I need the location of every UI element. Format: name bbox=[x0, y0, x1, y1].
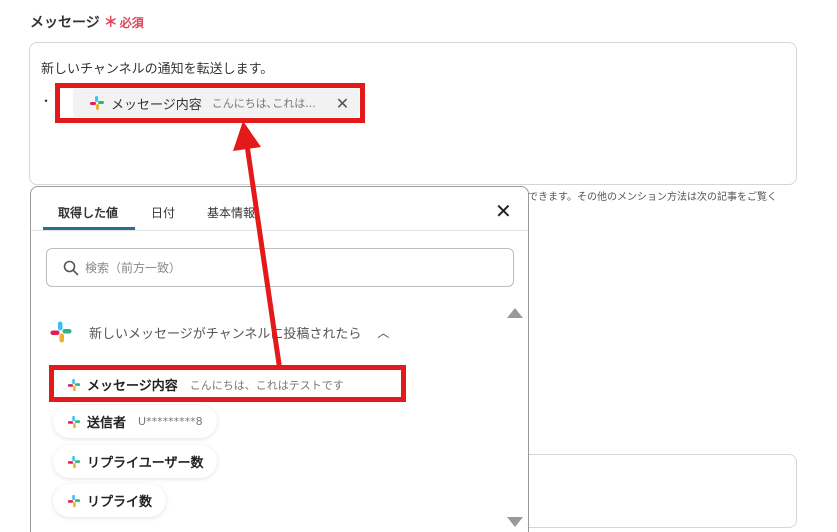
option-label: 送信者 bbox=[87, 416, 127, 431]
highlight-box-chip bbox=[55, 83, 365, 123]
section-header[interactable]: 新しいメッセージがチャンネルに投稿されたら ︿ bbox=[49, 320, 389, 344]
option-sender[interactable]: 送信者 U*********8 bbox=[53, 405, 217, 438]
option-label: リプライユーザー数 bbox=[87, 456, 204, 471]
scroll-up-arrow[interactable] bbox=[507, 308, 523, 318]
search-icon bbox=[63, 260, 79, 275]
tab-date[interactable]: 日付 bbox=[151, 204, 175, 221]
close-icon[interactable]: ✕ bbox=[495, 199, 512, 223]
required-text: 必須 bbox=[119, 16, 144, 30]
tab-bar: 取得した値 日付 基本情報 bbox=[31, 187, 528, 231]
tab-acquired-values[interactable]: 取得した値 bbox=[58, 204, 118, 221]
option-reply-count[interactable]: リプライ数 bbox=[53, 484, 167, 517]
slack-icon bbox=[50, 321, 72, 343]
field-label-text: メッセージ bbox=[30, 15, 100, 31]
hint-text: できます。その他のメンション方法は次の記事をご覧く bbox=[528, 192, 777, 203]
option-preview: U*********8 bbox=[138, 415, 203, 428]
editor-text: 新しいチャンネルの通知を転送します。 bbox=[41, 62, 274, 77]
search-input[interactable]: 検索（前方一致） bbox=[46, 248, 514, 287]
section-title: 新しいメッセージがチャンネルに投稿されたら bbox=[89, 326, 362, 342]
option-label: リプライ数 bbox=[87, 495, 153, 510]
value-picker-panel: 取得した値 日付 基本情報 ✕ 検索（前方一致） 新しいメッセージがチャンネルに… bbox=[30, 186, 529, 532]
search-placeholder: 検索（前方一致） bbox=[85, 261, 182, 275]
active-tab-indicator bbox=[43, 227, 135, 230]
background-field bbox=[528, 454, 797, 528]
scroll-down-arrow[interactable] bbox=[507, 517, 523, 527]
bullet: ・ bbox=[40, 94, 53, 108]
option-reply-user-count[interactable]: リプライユーザー数 bbox=[53, 445, 218, 478]
chevron-up-icon[interactable]: ︿ bbox=[377, 324, 389, 341]
tab-basic-info[interactable]: 基本情報 bbox=[207, 204, 255, 221]
slack-icon bbox=[67, 415, 81, 428]
required-star: ＊ bbox=[103, 15, 118, 31]
slack-icon bbox=[67, 494, 81, 507]
field-label: メッセージ＊必須 bbox=[30, 12, 144, 32]
highlight-box-option bbox=[49, 365, 406, 402]
slack-icon bbox=[67, 455, 81, 468]
